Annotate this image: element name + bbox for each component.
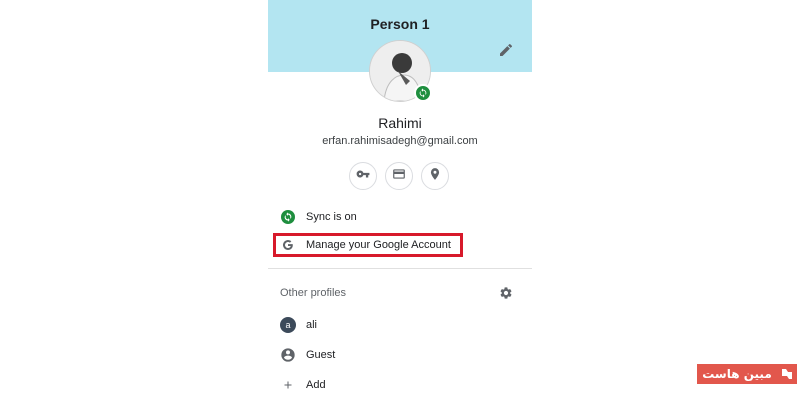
gear-icon[interactable] [499, 286, 513, 300]
credit-card-icon [392, 167, 406, 186]
add-profile-button[interactable]: Add [268, 373, 532, 397]
quick-actions [349, 162, 451, 190]
profile-letter-avatar: a [280, 317, 296, 333]
profile-menu-panel: Person 1 Rahimi erfan.rahimisadegh@gmail… [268, 0, 532, 400]
sync-status-label: Sync is on [306, 211, 357, 223]
watermark: مبین هاست [697, 364, 797, 384]
plus-icon [280, 377, 296, 393]
profile-email: erfan.rahimisadegh@gmail.com [322, 135, 478, 147]
edit-icon[interactable] [498, 42, 514, 58]
google-g-icon [280, 237, 296, 253]
profile-item-label: ali [306, 319, 318, 331]
location-pin-icon [428, 167, 442, 186]
payment-methods-button[interactable] [385, 162, 413, 190]
addresses-button[interactable] [421, 162, 449, 190]
watermark-logo-icon [777, 364, 797, 384]
person-icon [280, 347, 296, 363]
add-label: Add [306, 379, 326, 391]
guest-label: Guest [306, 349, 336, 361]
sync-status-item[interactable]: Sync is on [268, 205, 532, 229]
sync-icon [280, 209, 296, 225]
profile-item-ali[interactable]: a ali [268, 313, 532, 337]
watermark-text: مبین هاست [697, 364, 777, 384]
divider [268, 268, 532, 269]
guest-profile-item[interactable]: Guest [268, 343, 532, 367]
passwords-button[interactable] [349, 162, 377, 190]
other-profiles-heading: Other profiles [280, 287, 347, 299]
key-icon [356, 167, 370, 186]
sync-badge-icon [414, 84, 432, 102]
manage-google-account-item[interactable]: Manage your Google Account [268, 233, 532, 257]
manage-google-account-label: Manage your Google Account [306, 239, 451, 251]
profile-name: Rahimi [378, 115, 422, 131]
profile-title: Person 1 [370, 16, 430, 32]
